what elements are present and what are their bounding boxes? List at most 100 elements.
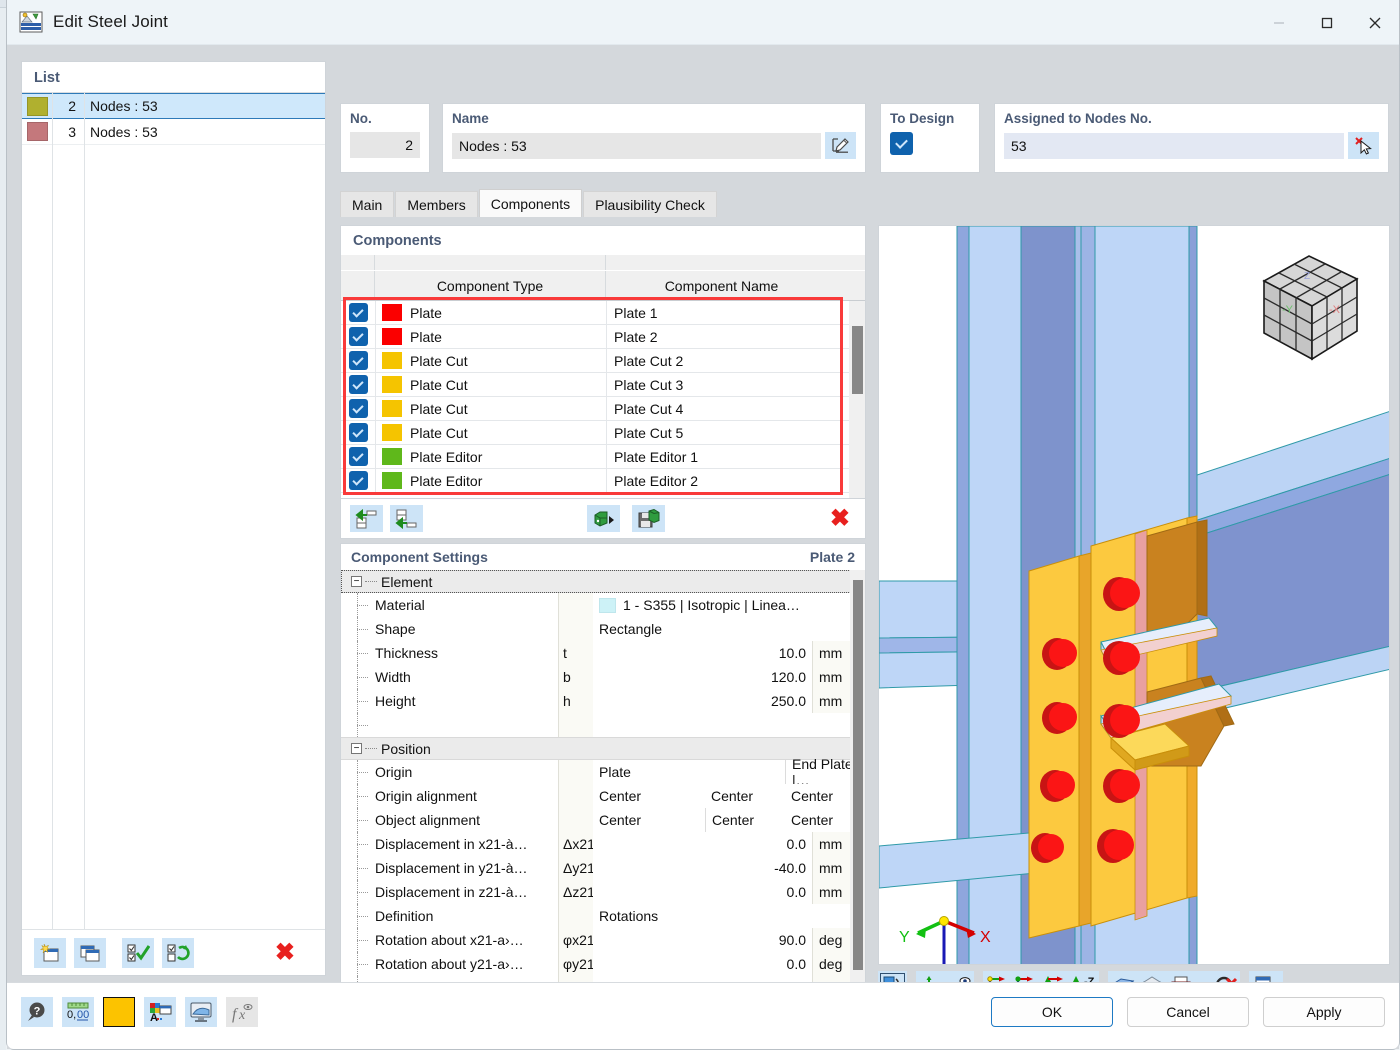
row-value-2[interactable]: Center <box>705 784 785 808</box>
table-row[interactable]: Plate Editor Plate Editor 1 <box>341 445 865 469</box>
settings-row-origin[interactable]: Origin Plate End Plate 1 |… <box>341 756 865 788</box>
move-component-up-button[interactable] <box>350 505 383 532</box>
table-row[interactable]: Plate Plate 1 <box>341 301 865 325</box>
apply-button[interactable]: Apply <box>1263 997 1385 1027</box>
row-value[interactable]: 0.0 <box>593 832 812 856</box>
row-value[interactable]: Plate <box>593 760 785 784</box>
settings-group-position[interactable]: − Position <box>341 737 865 760</box>
table-row[interactable]: Plate Plate 2 <box>341 325 865 349</box>
row-value[interactable]: 0.0 <box>593 952 812 976</box>
ok-button[interactable]: OK <box>991 997 1113 1027</box>
settings-row-rotation-y[interactable]: Rotation about y21-a›… φy21 0.0 deg <box>341 952 865 976</box>
settings-row-object-alignment[interactable]: Object alignment Center Center Center <box>341 808 865 832</box>
row-value[interactable]: 120.0 <box>593 665 812 689</box>
collapse-icon[interactable]: − <box>351 576 362 587</box>
settings-row-definition[interactable]: Definition Rotations <box>341 904 865 928</box>
cell-component-type: Plate <box>375 325 606 348</box>
row-value[interactable]: Center <box>593 808 705 832</box>
row-checkbox[interactable] <box>341 325 375 348</box>
row-symbol <box>558 593 593 617</box>
import-component-button[interactable] <box>587 505 621 532</box>
row-value[interactable]: 90.0 <box>593 928 812 952</box>
copy-joint-button[interactable] <box>74 937 106 968</box>
component-settings-title: Component Settings <box>351 549 488 565</box>
to-design-checkbox[interactable] <box>890 132 913 155</box>
row-value[interactable]: 0.0 <box>593 880 812 904</box>
settings-row-shape[interactable]: Shape Rectangle <box>341 617 865 641</box>
row-label: Displacement in x21-à… <box>375 832 558 856</box>
monitor-icon[interactable] <box>185 997 217 1027</box>
table-row[interactable]: Plate Cut Plate Cut 4 <box>341 397 865 421</box>
row-symbol <box>558 617 593 641</box>
settings-group-element[interactable]: − Element <box>341 570 865 593</box>
tab-components[interactable]: Components <box>478 189 583 217</box>
tab-members[interactable]: Members <box>395 191 478 217</box>
row-checkbox[interactable] <box>341 421 375 444</box>
list-item[interactable]: 3 Nodes : 53 <box>22 119 325 145</box>
settings-row-thickness[interactable]: Thickness t 10.0 mm <box>341 641 865 665</box>
units-0-00-icon[interactable]: 0, 00 <box>62 997 94 1027</box>
table-row[interactable]: Plate Editor Plate Editor 2 <box>341 469 865 493</box>
row-value-2[interactable]: Center <box>705 808 785 832</box>
pick-cursor-icon[interactable] <box>1348 132 1379 159</box>
tab-bar: Main Members Components Plausibility Che… <box>340 189 1390 217</box>
save-component-button[interactable] <box>632 505 666 532</box>
yellow-color-swatch-icon[interactable] <box>103 997 135 1027</box>
row-checkbox[interactable] <box>341 301 375 324</box>
row-value[interactable]: 10.0 <box>593 641 812 665</box>
settings-row-width[interactable]: Width b 120.0 mm <box>341 665 865 689</box>
delete-component-button[interactable]: ✖ <box>830 506 850 531</box>
row-checkbox[interactable] <box>341 445 375 468</box>
colors-text-icon[interactable]: A <box>144 997 176 1027</box>
pencil-edit-icon[interactable] <box>825 132 856 159</box>
row-value[interactable]: Rotations <box>593 904 865 928</box>
help-magnifier-icon[interactable]: ? <box>21 997 53 1027</box>
navcube-label-negx: -X <box>1329 304 1341 316</box>
settings-row-displacement-x[interactable]: Displacement in x21-à… Δx21 0.0 mm <box>341 832 865 856</box>
no-input[interactable]: 2 <box>350 132 420 158</box>
assigned-nodes-input[interactable]: 53 <box>1004 132 1344 159</box>
row-checkbox[interactable] <box>341 469 375 492</box>
delete-joint-button[interactable]: ✖ <box>275 940 295 965</box>
table-row[interactable]: Plate Cut Plate Cut 2 <box>341 349 865 373</box>
row-checkbox[interactable] <box>341 373 375 396</box>
invert-selection-button[interactable] <box>162 937 194 968</box>
component-settings-body: − Element Material 1 - S355 | Isotropic … <box>341 570 865 1000</box>
close-button[interactable] <box>1351 0 1399 45</box>
tab-main[interactable]: Main <box>340 191 395 217</box>
row-value[interactable]: Rectangle <box>593 617 865 641</box>
row-checkbox[interactable] <box>341 397 375 420</box>
settings-row-material[interactable]: Material 1 - S355 | Isotropic | Linea… <box>341 593 865 617</box>
tab-plausibility-check[interactable]: Plausibility Check <box>583 191 717 217</box>
select-all-button[interactable] <box>122 937 154 968</box>
settings-row-origin-alignment[interactable]: Origin alignment Center Center Center <box>341 784 865 808</box>
name-input[interactable]: Nodes : 53 <box>452 132 821 159</box>
cell-component-name: Plate Cut 3 <box>606 373 837 396</box>
joint-3d-model: -Y -X Z X Y Z <box>879 226 1389 964</box>
new-joint-button[interactable] <box>34 937 66 968</box>
settings-row-rotation-x[interactable]: Rotation about x21-a›… φx21 90.0 deg <box>341 928 865 952</box>
move-component-down-button[interactable] <box>390 505 423 532</box>
minimize-button[interactable] <box>1255 0 1303 45</box>
row-symbol <box>558 784 593 808</box>
components-scrollbar[interactable] <box>849 301 865 498</box>
selected-component-label: Plate 2 <box>809 549 855 565</box>
maximize-button[interactable] <box>1303 0 1351 45</box>
list-item[interactable]: 2 Nodes : 53 <box>22 93 325 119</box>
table-row[interactable]: Plate Cut Plate Cut 5 <box>341 421 865 445</box>
settings-scrollbar[interactable] <box>850 570 865 1000</box>
scrollbar-thumb[interactable] <box>853 580 863 970</box>
row-value[interactable]: -40.0 <box>593 856 812 880</box>
joint-3d-viewport[interactable]: -Y -X Z X Y Z <box>878 225 1390 965</box>
table-row[interactable]: Plate Cut Plate Cut 3 <box>341 373 865 397</box>
row-value[interactable]: 1 - S355 | Isotropic | Linea… <box>593 593 865 617</box>
row-value[interactable]: 250.0 <box>593 689 812 713</box>
settings-row-height[interactable]: Height h 250.0 mm <box>341 689 865 713</box>
row-checkbox[interactable] <box>341 349 375 372</box>
row-value[interactable]: Center <box>593 784 705 808</box>
scrollbar-thumb[interactable] <box>852 326 863 394</box>
cancel-button[interactable]: Cancel <box>1127 997 1249 1027</box>
collapse-icon[interactable]: − <box>351 743 362 754</box>
settings-row-displacement-z[interactable]: Displacement in z21-à… Δz21 0.0 mm <box>341 880 865 904</box>
settings-row-displacement-y[interactable]: Displacement in y21-à… Δy21 -40.0 mm <box>341 856 865 880</box>
